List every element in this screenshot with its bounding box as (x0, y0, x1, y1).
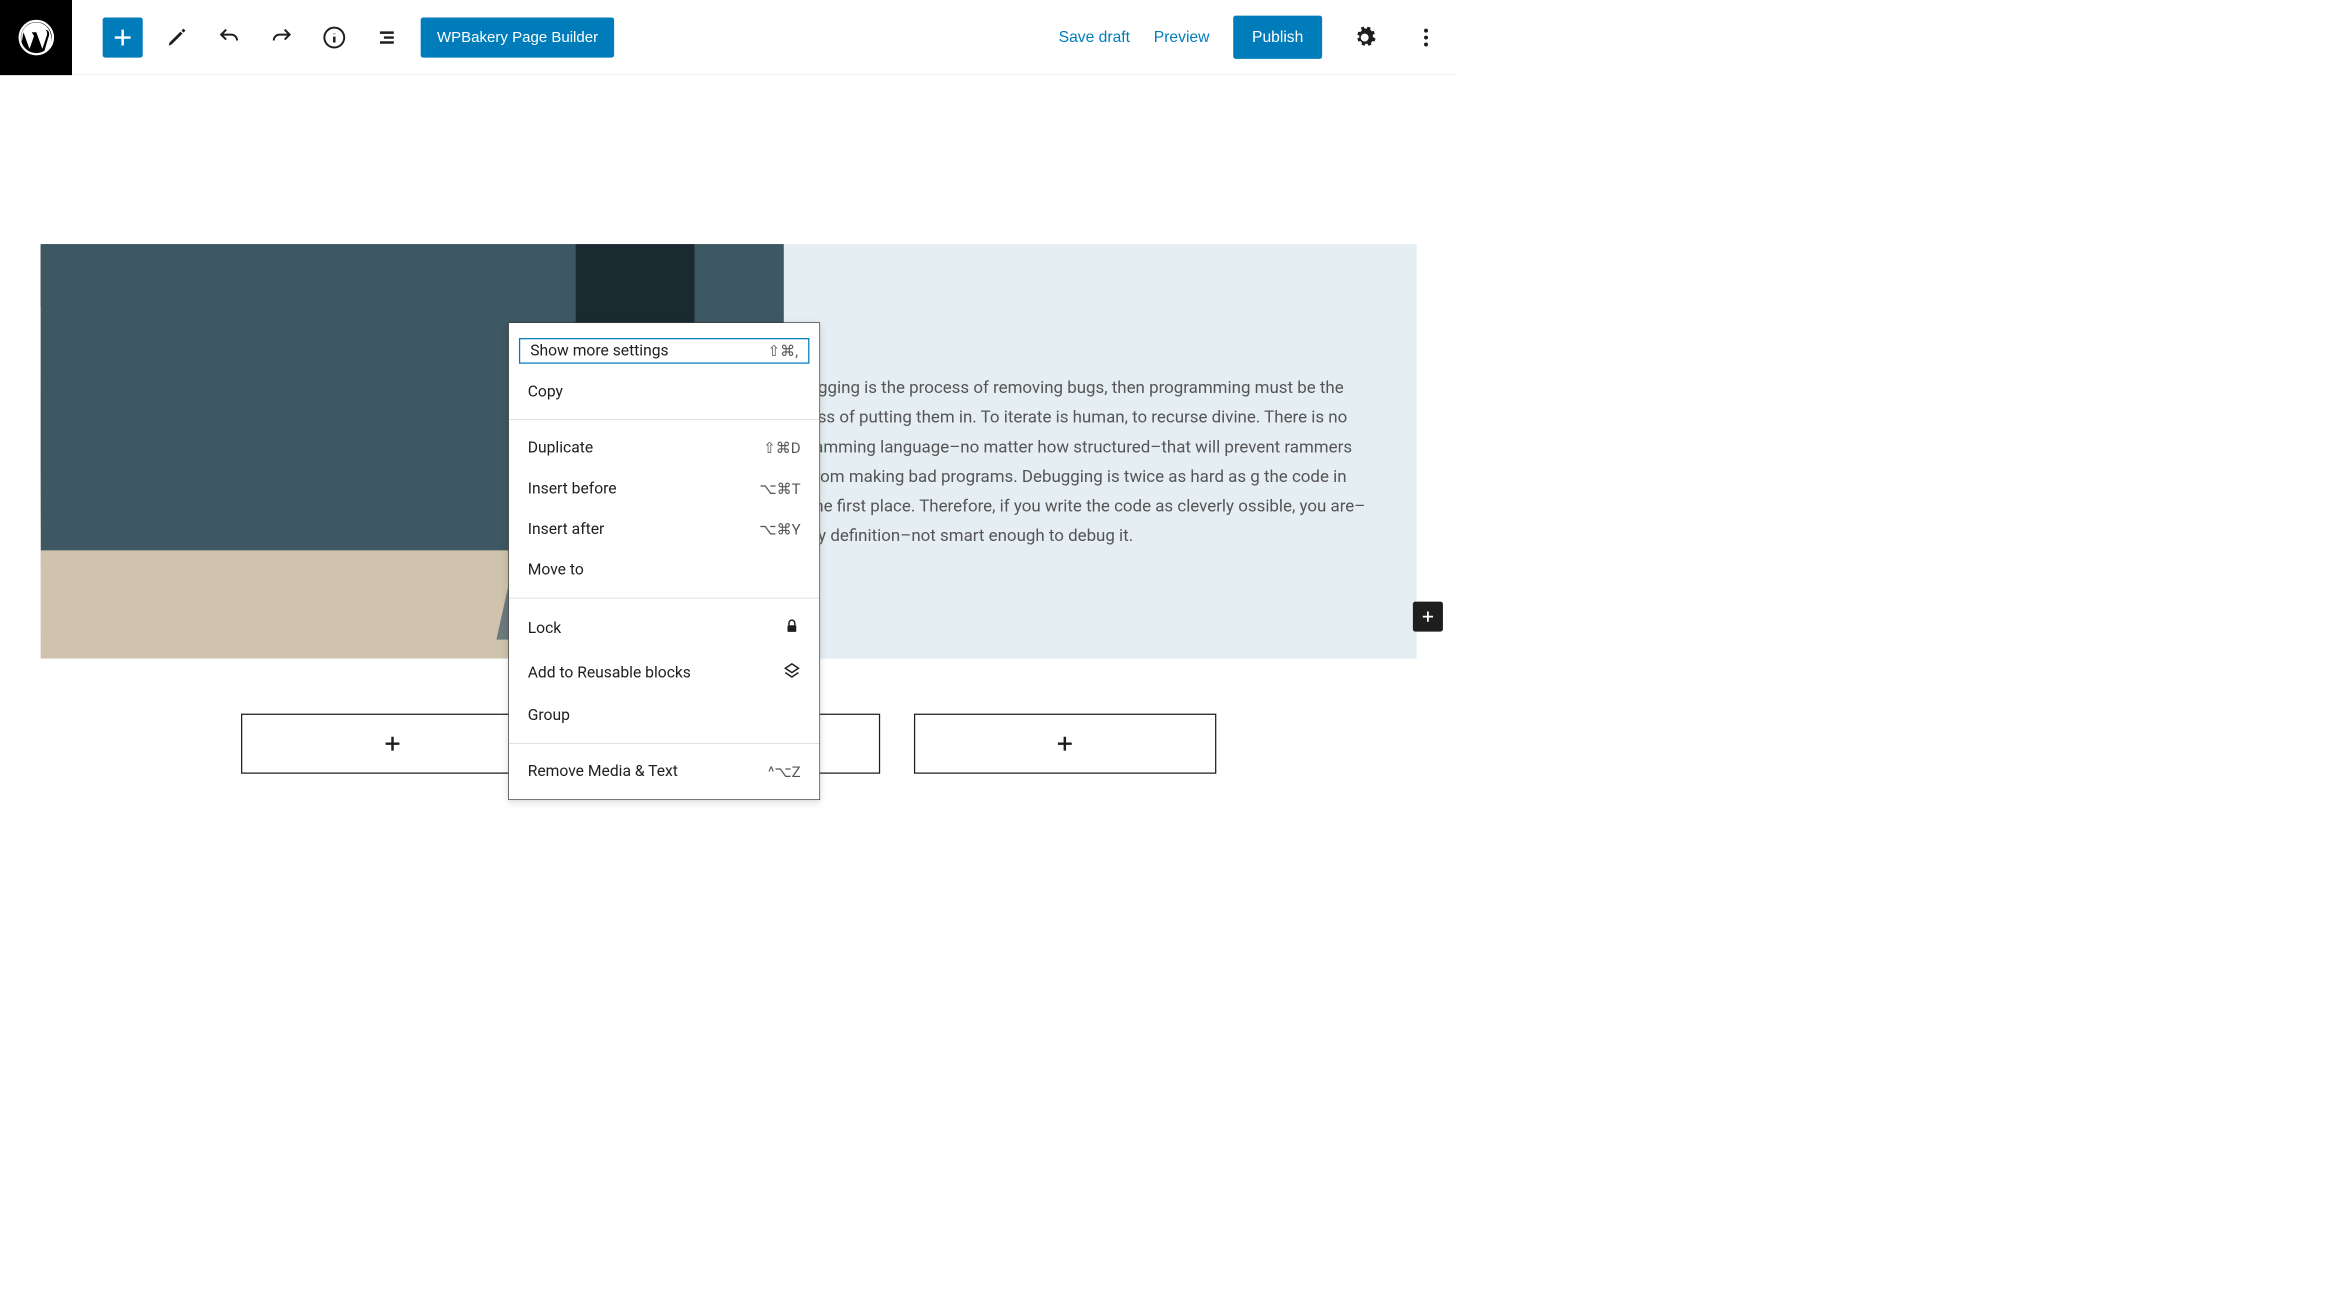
add-column-3[interactable] (914, 714, 1217, 774)
wordpress-icon (18, 19, 54, 55)
toolbar-right: Save draft Preview Publish (1059, 16, 1445, 59)
reusable-icon (783, 662, 801, 684)
dropdown-item-label: Duplicate (528, 439, 593, 457)
info-button[interactable] (316, 18, 354, 56)
publish-button[interactable]: Publish (1233, 16, 1322, 59)
redo-button[interactable] (263, 18, 301, 56)
add-block-button[interactable] (103, 17, 143, 57)
plus-icon (1053, 732, 1077, 756)
dropdown-item-label: Show more settings (530, 342, 668, 360)
add-column-1[interactable] (241, 714, 544, 774)
editor-topbar: WPBakery Page Builder Save draft Preview… (0, 0, 1457, 75)
dropdown-item-move-to[interactable]: Move to (509, 550, 819, 591)
save-draft-button[interactable]: Save draft (1059, 28, 1130, 46)
dropdown-item-remove-media-text[interactable]: Remove Media & Text ^⌥Z (509, 751, 819, 792)
plus-icon (111, 25, 135, 49)
editor-canvas: Replace ugging is the process of removin… (0, 75, 1457, 799)
dropdown-item-label: Add to Reusable blocks (528, 664, 691, 682)
toolbar-left: WPBakery Page Builder (72, 17, 614, 57)
dropdown-shortcut: ⌥⌘T (759, 480, 800, 498)
lock-icon (783, 617, 801, 639)
inline-inserter-button[interactable] (1413, 602, 1443, 632)
preview-button[interactable]: Preview (1154, 28, 1210, 46)
plus-icon (380, 732, 404, 756)
dropdown-item-label: Insert after (528, 520, 605, 538)
dropdown-item-label: Group (528, 706, 570, 724)
list-view-button[interactable] (368, 18, 406, 56)
settings-button[interactable] (1346, 18, 1384, 56)
dropdown-shortcut: ^⌥Z (768, 763, 801, 781)
dropdown-item-add-to-reusable-blocks[interactable]: Add to Reusable blocks (509, 650, 819, 694)
list-view-icon (375, 25, 399, 49)
options-button[interactable] (1407, 18, 1445, 56)
redo-icon (270, 25, 294, 49)
dropdown-item-duplicate[interactable]: Duplicate ⇧⌘D (509, 428, 819, 469)
dropdown-shortcut: ⌥⌘Y (759, 521, 800, 539)
dropdown-item-label: Remove Media & Text (528, 762, 678, 780)
dropdown-item-group[interactable]: Group (509, 695, 819, 736)
dropdown-item-insert-after[interactable]: Insert after ⌥⌘Y (509, 509, 819, 550)
undo-icon (217, 25, 241, 49)
block-options-dropdown: Show more settings ⇧⌘, Copy Duplicate ⇧⌘D Ins… (508, 322, 820, 800)
gear-icon (1353, 25, 1377, 49)
pencil-icon (165, 25, 189, 49)
dropdown-shortcut: ⇧⌘D (763, 439, 800, 457)
dropdown-item-show-more-settings[interactable]: Show more settings ⇧⌘, (511, 331, 816, 372)
undo-button[interactable] (210, 18, 248, 56)
wordpress-logo[interactable] (0, 0, 72, 75)
kebab-icon (1414, 25, 1438, 49)
text-area[interactable]: ugging is the process of removing bugs, … (784, 244, 1417, 658)
info-icon (322, 25, 346, 49)
dropdown-item-label: Lock (528, 619, 561, 637)
dropdown-item-label: Copy (528, 382, 563, 400)
edit-mode-button[interactable] (158, 18, 196, 56)
dropdown-item-lock[interactable]: Lock (509, 606, 819, 650)
dropdown-item-insert-before[interactable]: Insert before ⌥⌘T (509, 468, 819, 509)
wpbakery-button[interactable]: WPBakery Page Builder (421, 17, 615, 57)
dropdown-item-label: Move to (528, 561, 584, 579)
dropdown-item-label: Insert before (528, 480, 617, 498)
dropdown-shortcut: ⇧⌘, (768, 342, 799, 360)
plus-icon (1419, 608, 1437, 626)
paragraph-text: ugging is the process of removing bugs, … (809, 373, 1373, 550)
dropdown-item-copy[interactable]: Copy (509, 371, 819, 412)
